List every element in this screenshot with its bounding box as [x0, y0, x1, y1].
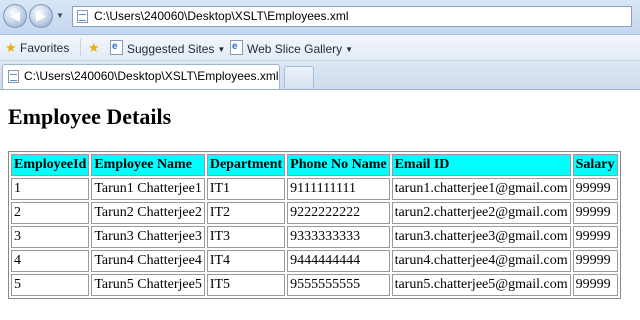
tab-employees-xml[interactable]: C:\Users\240060\Desktop\XSLT\Employees.x… — [2, 64, 280, 89]
cell-employee-id: 3 — [11, 226, 90, 248]
table-header-row: EmployeeId Employee Name Department Phon… — [11, 154, 618, 176]
column-header-department: Department — [206, 154, 286, 176]
column-header-phone: Phone No Name — [287, 154, 390, 176]
cell-employee-name: Tarun4 Chatterjee4 — [91, 250, 205, 272]
cell-phone: 9222222222 — [287, 202, 390, 224]
page-icon — [77, 10, 88, 23]
table-row: 1 Tarun1 Chatterjee1 IT1 9111111111 taru… — [11, 178, 618, 200]
cell-email: tarun1.chatterjee1@gmail.com — [391, 178, 571, 200]
table-row: 4 Tarun4 Chatterjee4 IT4 9444444444 taru… — [11, 250, 618, 272]
cell-email: tarun3.chatterjee3@gmail.com — [391, 226, 571, 248]
cell-employee-name: Tarun3 Chatterjee3 — [91, 226, 205, 248]
cell-department: IT2 — [206, 202, 286, 224]
tab-title: C:\Users\240060\Desktop\XSLT\Employees.x… — [24, 69, 279, 83]
favorites-bar: ★ Favorites ★ Suggested Sites▼ Web Slice… — [0, 35, 640, 61]
table-row: 3 Tarun3 Chatterjee3 IT3 9333333333 taru… — [11, 226, 618, 248]
column-header-email: Email ID — [391, 154, 571, 176]
add-favorite-star-icon: ★ — [88, 40, 100, 55]
favorites-label: Favorites — [20, 41, 70, 55]
tab-page-icon — [8, 70, 19, 83]
cell-employee-name: Tarun5 Chatterjee5 — [91, 274, 205, 296]
address-bar[interactable]: C:\Users\240060\Desktop\XSLT\Employees.x… — [72, 6, 632, 27]
cell-phone: 9555555555 — [287, 274, 390, 296]
browser-title-bar: ◀ ▶ ▼ C:\Users\240060\Desktop\XSLT\Emplo… — [0, 0, 640, 35]
chevron-down-icon: ▼ — [217, 45, 226, 54]
chevron-down-icon: ▼ — [345, 45, 354, 54]
cell-department: IT5 — [206, 274, 286, 296]
cell-employee-id: 2 — [11, 202, 90, 224]
cell-employee-id: 4 — [11, 250, 90, 272]
address-url: C:\Users\240060\Desktop\XSLT\Employees.x… — [94, 9, 349, 23]
cell-email: tarun5.chatterjee5@gmail.com — [391, 274, 571, 296]
cell-phone: 9111111111 — [287, 178, 390, 200]
cell-phone: 9333333333 — [287, 226, 390, 248]
cell-employee-name: Tarun1 Chatterjee1 — [91, 178, 205, 200]
cell-salary: 99999 — [572, 226, 618, 248]
table-row: 5 Tarun5 Chatterjee5 IT5 9555555555 taru… — [11, 274, 618, 296]
table-row: 2 Tarun2 Chatterjee2 IT2 9222222222 taru… — [11, 202, 618, 224]
cell-email: tarun4.chatterjee4@gmail.com — [391, 250, 571, 272]
cell-salary: 99999 — [572, 202, 618, 224]
favorites-star-icon: ★ — [5, 40, 17, 55]
cell-employee-id: 1 — [11, 178, 90, 200]
web-slice-gallery-button[interactable]: Web Slice Gallery▼ — [230, 39, 354, 57]
column-header-salary: Salary — [572, 154, 618, 176]
favorites-button[interactable]: ★ Favorites — [5, 40, 69, 56]
cell-department: IT4 — [206, 250, 286, 272]
page-title: Employee Details — [8, 104, 172, 129]
web-slice-gallery-icon — [230, 39, 243, 55]
cell-employee-name: Tarun2 Chatterjee2 — [91, 202, 205, 224]
cell-salary: 99999 — [572, 178, 618, 200]
cell-salary: 99999 — [572, 274, 618, 296]
column-header-employee-id: EmployeeId — [11, 154, 90, 176]
new-tab-button[interactable] — [284, 66, 314, 88]
employee-table: EmployeeId Employee Name Department Phon… — [8, 151, 621, 299]
cell-department: IT1 — [206, 178, 286, 200]
back-button[interactable]: ◀ — [3, 4, 27, 28]
recent-pages-dropdown[interactable]: ▼ — [56, 11, 64, 20]
suggested-sites-label: Suggested Sites — [127, 42, 215, 56]
cell-phone: 9444444444 — [287, 250, 390, 272]
page-content: Employee Details EmployeeId Employee Nam… — [0, 90, 640, 320]
column-header-employee-name: Employee Name — [91, 154, 205, 176]
forward-button[interactable]: ▶ — [29, 4, 53, 28]
cell-employee-id: 5 — [11, 274, 90, 296]
cell-salary: 99999 — [572, 250, 618, 272]
suggested-sites-button[interactable]: Suggested Sites▼ — [110, 39, 226, 57]
cell-department: IT3 — [206, 226, 286, 248]
cell-email: tarun2.chatterjee2@gmail.com — [391, 202, 571, 224]
add-to-favorites-bar-button[interactable]: ★ — [88, 40, 100, 56]
tab-strip: C:\Users\240060\Desktop\XSLT\Employees.x… — [0, 61, 640, 90]
suggested-sites-icon — [110, 39, 123, 55]
web-slice-gallery-label: Web Slice Gallery — [247, 42, 343, 56]
favorites-divider — [80, 39, 81, 56]
